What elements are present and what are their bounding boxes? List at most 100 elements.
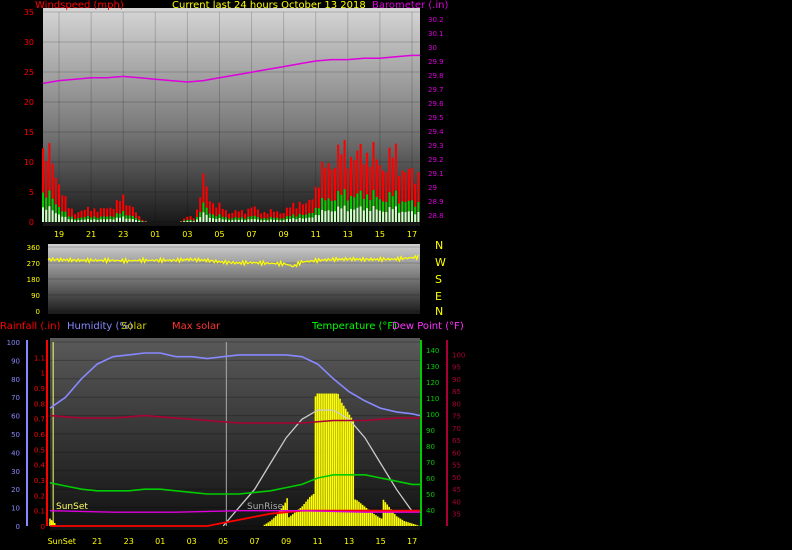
direction-tick-label: 180 (27, 276, 40, 284)
rainfall-tick-label: 0 (41, 523, 45, 531)
wind-x-tick-label: 19 (54, 230, 64, 239)
dew-point-tick-label: 60 (452, 449, 461, 457)
sunrise-marker-label: SunRise (247, 502, 284, 512)
wind-x-tick-label: 11 (311, 230, 321, 239)
humidity-tick-label: 100 (7, 339, 20, 347)
rainfall-axis-title: Rainfall (.in) (0, 321, 61, 332)
wind-tick-label: 25 (24, 68, 34, 77)
rainfall-tick-label: 0.3 (34, 477, 45, 485)
humidity-tick-label: 70 (11, 394, 20, 402)
temperature-tick-label: 140 (426, 347, 439, 355)
combo-x-tick-label: 03 (187, 537, 197, 546)
direction-tick-label: 0 (36, 308, 40, 316)
barometer-axis-title: Barometer (.in) (372, 0, 449, 11)
rainfall-tick-label: 0.6 (34, 431, 46, 439)
combo-x-tick-label: 15 (376, 537, 386, 546)
barometer-tick-label: 29.4 (428, 128, 444, 136)
temperature-tick-label: 110 (426, 395, 439, 403)
dew-point-tick-label: 95 (452, 364, 461, 372)
dew-point-tick-label: 70 (452, 425, 461, 433)
wind-x-tick-label: 21 (86, 230, 96, 239)
wind-x-tick-label: 17 (407, 230, 417, 239)
combo-x-tick-label: 23 (124, 537, 134, 546)
humidity-tick-label: 80 (11, 376, 20, 384)
humidity-tick-label: 60 (11, 413, 20, 421)
compass-label: N (435, 239, 444, 252)
wind-tick-label: 15 (24, 128, 34, 137)
barometer-tick-label: 30 (428, 44, 437, 52)
windspeed-axis-title: Windspeed (mph) (35, 0, 124, 11)
dew-point-tick-label: 45 (452, 486, 461, 494)
rainfall-tick-label: 0.9 (34, 385, 45, 393)
temperature-tick-label: 120 (426, 379, 439, 387)
combo-x-tick-label: 13 (344, 537, 354, 546)
compass-label: E (435, 290, 442, 303)
temperature-tick-label: 90 (426, 427, 435, 435)
barometer-tick-label: 29.5 (428, 114, 444, 122)
sunset-marker-label: SunSet (56, 502, 88, 512)
rainfall-tick-label: 0.2 (34, 492, 45, 500)
humidity-tick-label: 40 (11, 449, 20, 457)
compass-label: N (435, 305, 444, 318)
combo-x-tick-label: 09 (281, 537, 291, 546)
combo-x-tick-label: 21 (92, 537, 102, 546)
temperature-tick-label: 100 (426, 411, 439, 419)
combo-x-tick-label: 05 (218, 537, 228, 546)
rainfall-tick-label: 0.7 (34, 416, 45, 424)
wind-x-tick-label: 05 (214, 230, 224, 239)
wind-tick-label: 30 (24, 38, 34, 47)
humidity-tick-label: 20 (11, 486, 20, 494)
wind-x-tick-label: 01 (150, 230, 160, 239)
dew-point-tick-label: 80 (452, 400, 461, 408)
wind-x-tick-label: 07 (246, 230, 256, 239)
temperature-tick-label: 50 (426, 491, 435, 499)
barometer-tick-label: 29.2 (428, 156, 444, 164)
combo-x-tick-label: 11 (313, 537, 323, 546)
barometer-tick-label: 29.6 (428, 100, 444, 108)
rainfall-tick-label: 0.1 (34, 508, 45, 516)
dew-point-tick-label: 65 (452, 437, 461, 445)
barometer-tick-label: 30.2 (428, 16, 444, 24)
max-solar-legend: Max solar (172, 321, 221, 332)
wind-tick-label: 0 (29, 218, 34, 227)
wind-tick-label: 20 (24, 98, 34, 107)
dew-point-tick-label: 90 (452, 376, 461, 384)
temperature-tick-label: 40 (426, 507, 435, 515)
wind-x-tick-label: 13 (343, 230, 353, 239)
rainfall-tick-label: 0.4 (34, 462, 46, 470)
weather-graphs: 0510152025303528.828.92929.129.229.329.4… (7, 8, 465, 546)
dew-point-tick-label: 55 (452, 462, 461, 470)
compass-label: W (435, 256, 446, 269)
dew-point-tick-label: 75 (452, 413, 461, 421)
wind-tick-label: 10 (24, 158, 34, 167)
barometer-tick-label: 28.9 (428, 198, 444, 206)
barometer-tick-label: 29.8 (428, 72, 444, 80)
barometer-tick-label: 29.1 (428, 170, 444, 178)
barometer-tick-label: 29.7 (428, 86, 444, 94)
combo-x-tick-label: 01 (155, 537, 165, 546)
dew-point-tick-label: 40 (452, 498, 461, 506)
rainfall-tick-label: 0.5 (34, 446, 45, 454)
rainfall-tick-label: 1 (41, 370, 45, 378)
rainfall-tick-label: 0.8 (34, 400, 45, 408)
humidity-tick-label: 50 (11, 431, 20, 439)
wind-x-tick-label: 03 (182, 230, 192, 239)
humidity-tick-label: 0 (16, 523, 20, 531)
temperature-tick-label: 130 (426, 363, 439, 371)
barometer-tick-label: 29.3 (428, 142, 444, 150)
dew-point-axis-title: Dew Point (°F) (392, 321, 464, 332)
solar-legend: Solar (121, 321, 147, 332)
temperature-tick-label: 80 (426, 443, 435, 451)
chart-title: Current last 24 hours October 13 2018 (172, 0, 366, 11)
humidity-tick-label: 10 (11, 505, 20, 513)
barometer-tick-label: 28.8 (428, 212, 444, 220)
wind-tick-label: 5 (29, 188, 34, 197)
barometer-tick-label: 30.1 (428, 30, 444, 38)
wind-tick-label: 35 (24, 8, 34, 17)
humidity-tick-label: 90 (11, 357, 20, 365)
dew-point-tick-label: 85 (452, 388, 461, 396)
temperature-tick-label: 60 (426, 475, 435, 483)
combo-x-tick-label: 07 (250, 537, 260, 546)
humidity-tick-label: 30 (11, 468, 20, 476)
temperature-tick-label: 70 (426, 459, 435, 467)
